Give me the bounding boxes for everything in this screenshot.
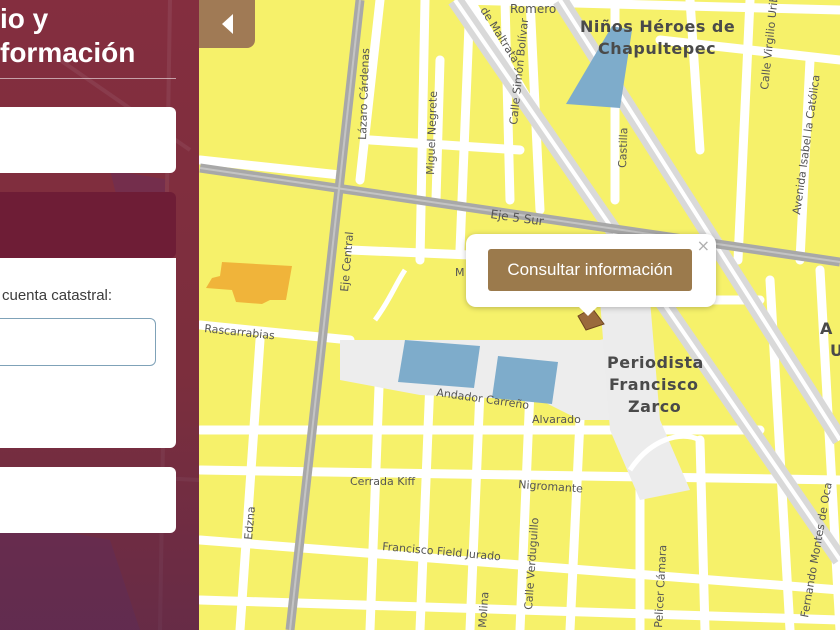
label-periodista-2: Francisco <box>609 375 698 394</box>
label-castilla: Castilla <box>616 127 630 168</box>
info-popup: × Consultar información <box>466 234 716 316</box>
sidebar-panel: io y formación cuenta catastral: <box>0 0 199 630</box>
collapse-sidebar-button[interactable] <box>199 0 255 48</box>
cuenta-catastral-label: cuenta catastral: <box>2 287 113 304</box>
sidebar-divider <box>0 78 176 79</box>
label-m-fragment: M <box>455 266 465 279</box>
label-periodista-1: Periodista <box>607 353 704 372</box>
label-molina: Molina <box>476 591 491 628</box>
label-romero: Romero <box>510 2 556 16</box>
sidebar-card-1[interactable] <box>0 107 176 173</box>
label-ninos-heroes-1: Niños Héroes de <box>580 17 735 36</box>
label-periodista-3: Zarco <box>628 397 681 416</box>
label-alvarado: Alvarado <box>532 413 581 426</box>
label-cerrada-kiff: Cerrada Kiff <box>350 475 416 488</box>
cuenta-catastral-input[interactable] <box>0 318 156 366</box>
consultar-informacion-button[interactable]: Consultar información <box>488 249 692 291</box>
chevron-left-icon <box>222 14 233 34</box>
sidebar-card-3[interactable] <box>0 467 176 533</box>
popup-pointer <box>578 306 598 316</box>
close-icon[interactable]: × <box>697 236 710 255</box>
label-u-right: U <box>830 341 840 360</box>
sidebar-title-line1: io y <box>0 3 49 34</box>
sidebar-title: io y formación <box>0 2 176 70</box>
sidebar-card-2[interactable] <box>0 192 176 258</box>
label-ninos-heroes-2: Chapultepec <box>598 39 716 58</box>
building-blue-1 <box>398 340 480 388</box>
sidebar-title-line2: formación <box>0 37 136 68</box>
label-a-right: A <box>820 319 833 338</box>
